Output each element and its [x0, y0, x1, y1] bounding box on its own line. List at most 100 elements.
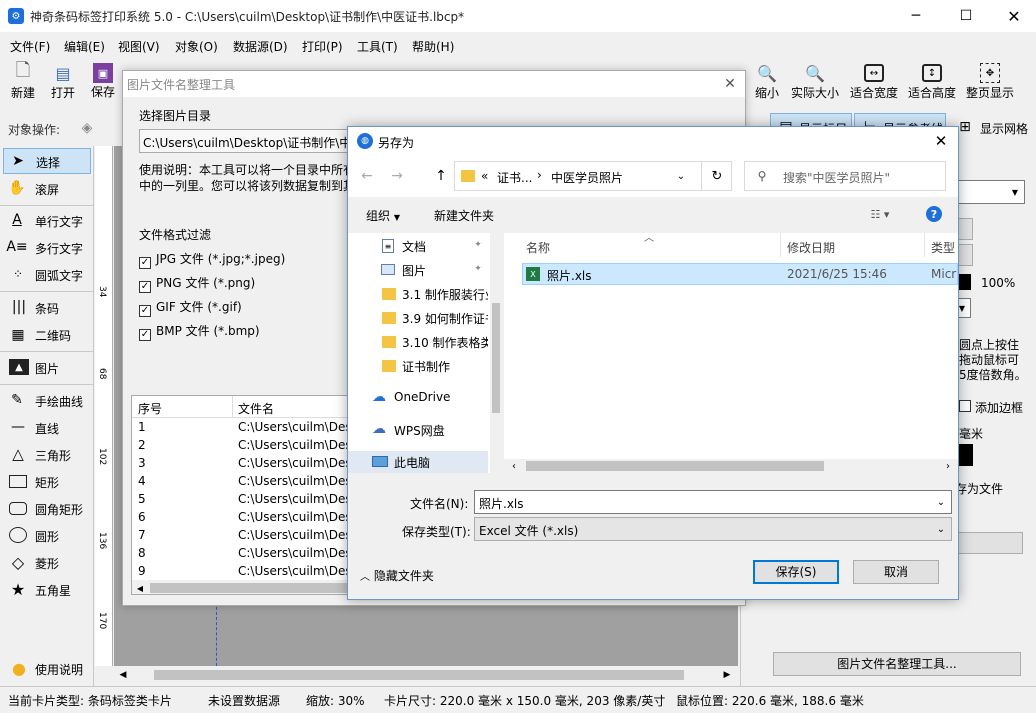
tool-star[interactable]: ★ 五角星 — [3, 577, 91, 603]
scroll-left-icon[interactable]: ◀ — [116, 668, 130, 682]
table-row[interactable]: 5 C:\Users\cuilm\Desk — [132, 490, 348, 508]
menu-print[interactable]: 打印(P) — [302, 38, 343, 55]
tool-multi-text[interactable]: A≡ 多行文字 — [3, 235, 91, 261]
tool-help[interactable]: ● 使用说明 — [3, 654, 91, 682]
crumb-root[interactable]: « — [481, 169, 488, 183]
nav-item-wps[interactable]: ☁ WPS网盘 — [348, 419, 488, 441]
table-hscrollbar[interactable]: ◀ — [132, 580, 348, 594]
tool-rectangle[interactable]: 矩形 — [3, 469, 91, 495]
fit-width-button[interactable]: ↔ 适合宽度 — [848, 62, 900, 101]
scroll-left-icon[interactable]: ‹ — [508, 460, 520, 472]
table-row[interactable]: 1 C:\Users\cuilm\Desk — [132, 418, 348, 436]
scroll-right-icon[interactable]: ▶ — [720, 668, 734, 682]
nav-item-onedrive[interactable]: ☁ OneDrive — [348, 387, 488, 409]
checkbox-jpg[interactable]: ✓ — [139, 257, 151, 269]
crumb-1[interactable]: 证书... — [497, 169, 532, 186]
table-row[interactable]: 9 C:\Users\cuilm\Desk — [132, 562, 348, 580]
menu-file[interactable]: 文件(F) — [10, 38, 50, 55]
table-row[interactable]: 2 C:\Users\cuilm\Desk — [132, 436, 348, 454]
filter-jpg[interactable]: ✓ JPG 文件 (*.jpg;*.jpeg) — [139, 250, 285, 269]
table-row[interactable]: 3 C:\Users\cuilm\Desk — [132, 454, 348, 472]
fit-height-button[interactable]: ↕ 适合高度 — [906, 62, 958, 101]
address-bar[interactable]: « 证书... › 中医学员照片 ⌄ ↻ — [454, 161, 732, 191]
tool-diamond[interactable]: ◇ 菱形 — [3, 550, 91, 576]
file-hscroll-thumb[interactable] — [526, 461, 824, 471]
menu-edit[interactable]: 编辑(E) — [64, 38, 105, 55]
table-hscroll-thumb[interactable] — [150, 583, 348, 593]
file-row[interactable]: X 照片.xls 2021/6/25 15:46 Micr — [522, 263, 958, 285]
actual-size-button[interactable]: 🔍 实际大小 — [790, 62, 840, 101]
image-organizer-button[interactable]: 图片文件名整理工具... — [773, 652, 1021, 676]
back-icon[interactable]: ← — [358, 168, 376, 184]
forward-icon[interactable]: → — [388, 168, 406, 184]
show-grid-label[interactable]: 显示网格 — [980, 120, 1028, 137]
tool-triangle[interactable]: △ 三角形 — [3, 442, 91, 468]
tool-image[interactable]: ▲ 图片 — [3, 355, 91, 381]
filename-dropdown-icon[interactable]: ⌄ — [935, 496, 947, 508]
nav-item-folder-3-10[interactable]: 3.10 制作表格类 — [348, 331, 488, 353]
address-dropdown-icon[interactable]: ⌄ — [675, 170, 687, 182]
save-button[interactable]: ▣ 保存 — [88, 62, 118, 100]
open-button[interactable]: ▤ 打开 — [48, 62, 78, 101]
tool-line[interactable]: — 直线 — [3, 415, 91, 441]
col-date-header[interactable]: 修改日期 — [787, 239, 835, 256]
canvas-hscrollbar[interactable]: ◀ ▶ — [114, 666, 738, 684]
menu-tools[interactable]: 工具(T) — [357, 38, 398, 55]
tool-scroll[interactable]: ✋ 滚屏 — [3, 176, 91, 202]
cancel-button[interactable]: 取消 — [853, 560, 939, 584]
tool-barcode[interactable]: ||| 条码 — [3, 295, 91, 321]
filter-png[interactable]: ✓ PNG 文件 (*.png) — [139, 274, 255, 293]
type-select[interactable]: Excel 文件 (*.xls) ⌄ — [474, 517, 952, 541]
nav-vscrollbar[interactable] — [490, 233, 502, 473]
zoom-out-button[interactable]: 🔍 缩小 — [752, 62, 782, 101]
col-type-header[interactable]: 类型 — [931, 239, 957, 256]
view-options-icon[interactable]: ☷ ▾ — [862, 206, 898, 222]
col-no-header[interactable]: 序号 — [138, 400, 162, 417]
search-box[interactable]: ⚲ 搜索"中医学员照片" — [744, 161, 946, 191]
close-icon[interactable]: ✕ — [1002, 4, 1026, 28]
tool-single-text[interactable]: A 单行文字 — [3, 208, 91, 234]
full-page-button[interactable]: ✥ 整页显示 — [964, 62, 1016, 101]
nav-item-folder-3-9[interactable]: 3.9 如何制作证书 — [348, 307, 488, 329]
checkbox-bmp[interactable]: ✓ — [139, 329, 151, 341]
filename-input[interactable]: 照片.xls ⌄ — [474, 490, 952, 514]
tool-qrcode[interactable]: ▦ 二维码 — [3, 322, 91, 348]
checkbox-gif[interactable]: ✓ — [139, 305, 151, 317]
menu-datasource[interactable]: 数据源(D) — [233, 38, 288, 55]
scroll-left-icon[interactable]: ◀ — [134, 582, 146, 594]
nav-item-this-pc[interactable]: 此电脑 — [348, 451, 488, 473]
new-folder-button[interactable]: 新建文件夹 — [434, 207, 494, 224]
saveas-close-icon[interactable]: ✕ — [932, 132, 950, 150]
filter-bmp[interactable]: ✓ BMP 文件 (*.bmp) — [139, 322, 260, 341]
tool-freehand[interactable]: ✎ 手绘曲线 — [3, 388, 91, 414]
organize-button[interactable]: 组织 ▼ — [366, 207, 400, 224]
menu-help[interactable]: 帮助(H) — [412, 38, 454, 55]
col-name-header[interactable]: 文件名 — [238, 400, 274, 417]
nav-item-cert-folder[interactable]: 证书制作 — [348, 355, 488, 377]
dir-input[interactable]: C:\Users\cuilm\Desktop\证书制作\中医 — [139, 129, 359, 153]
file-hscrollbar[interactable]: ‹ › — [504, 459, 958, 473]
nav-item-folder-3-1[interactable]: 3.1 制作服装行业 — [348, 283, 488, 305]
pin-icon[interactable]: ✦ — [472, 239, 484, 251]
save-confirm-button[interactable]: 保存(S) — [753, 560, 839, 584]
type-dropdown-icon[interactable]: ⌄ — [935, 523, 947, 535]
canvas-hscroll-thumb[interactable] — [154, 670, 684, 680]
checkbox-png[interactable]: ✓ — [139, 281, 151, 293]
filter-gif[interactable]: ✓ GIF 文件 (*.gif) — [139, 298, 242, 317]
table-row[interactable]: 4 C:\Users\cuilm\Desk — [132, 472, 348, 490]
nav-vscroll-thumb[interactable] — [492, 303, 500, 413]
nav-item-documents[interactable]: ≡ 文档 ✦ — [348, 235, 488, 257]
new-button[interactable]: 🗋 新建 — [8, 60, 38, 101]
tool-circle[interactable]: 圆形 — [3, 523, 91, 549]
crumb-2[interactable]: 中医学员照片 — [551, 169, 623, 186]
scroll-right-icon[interactable]: › — [942, 460, 954, 472]
table-row[interactable]: 8 C:\Users\cuilm\Desk — [132, 544, 348, 562]
menu-object[interactable]: 对象(O) — [175, 38, 218, 55]
tool-select[interactable]: ➤ 选择 — [3, 148, 91, 174]
col-name-header[interactable]: 名称 — [526, 239, 550, 256]
up-icon[interactable]: ↑ — [432, 168, 450, 184]
table-row[interactable]: 7 C:\Users\cuilm\Desk — [132, 526, 348, 544]
nav-item-pictures[interactable]: 图片 ✦ — [348, 259, 488, 281]
menu-view[interactable]: 视图(V) — [118, 38, 160, 55]
hide-folders-toggle[interactable]: ︿ 隐藏文件夹 — [360, 567, 434, 584]
